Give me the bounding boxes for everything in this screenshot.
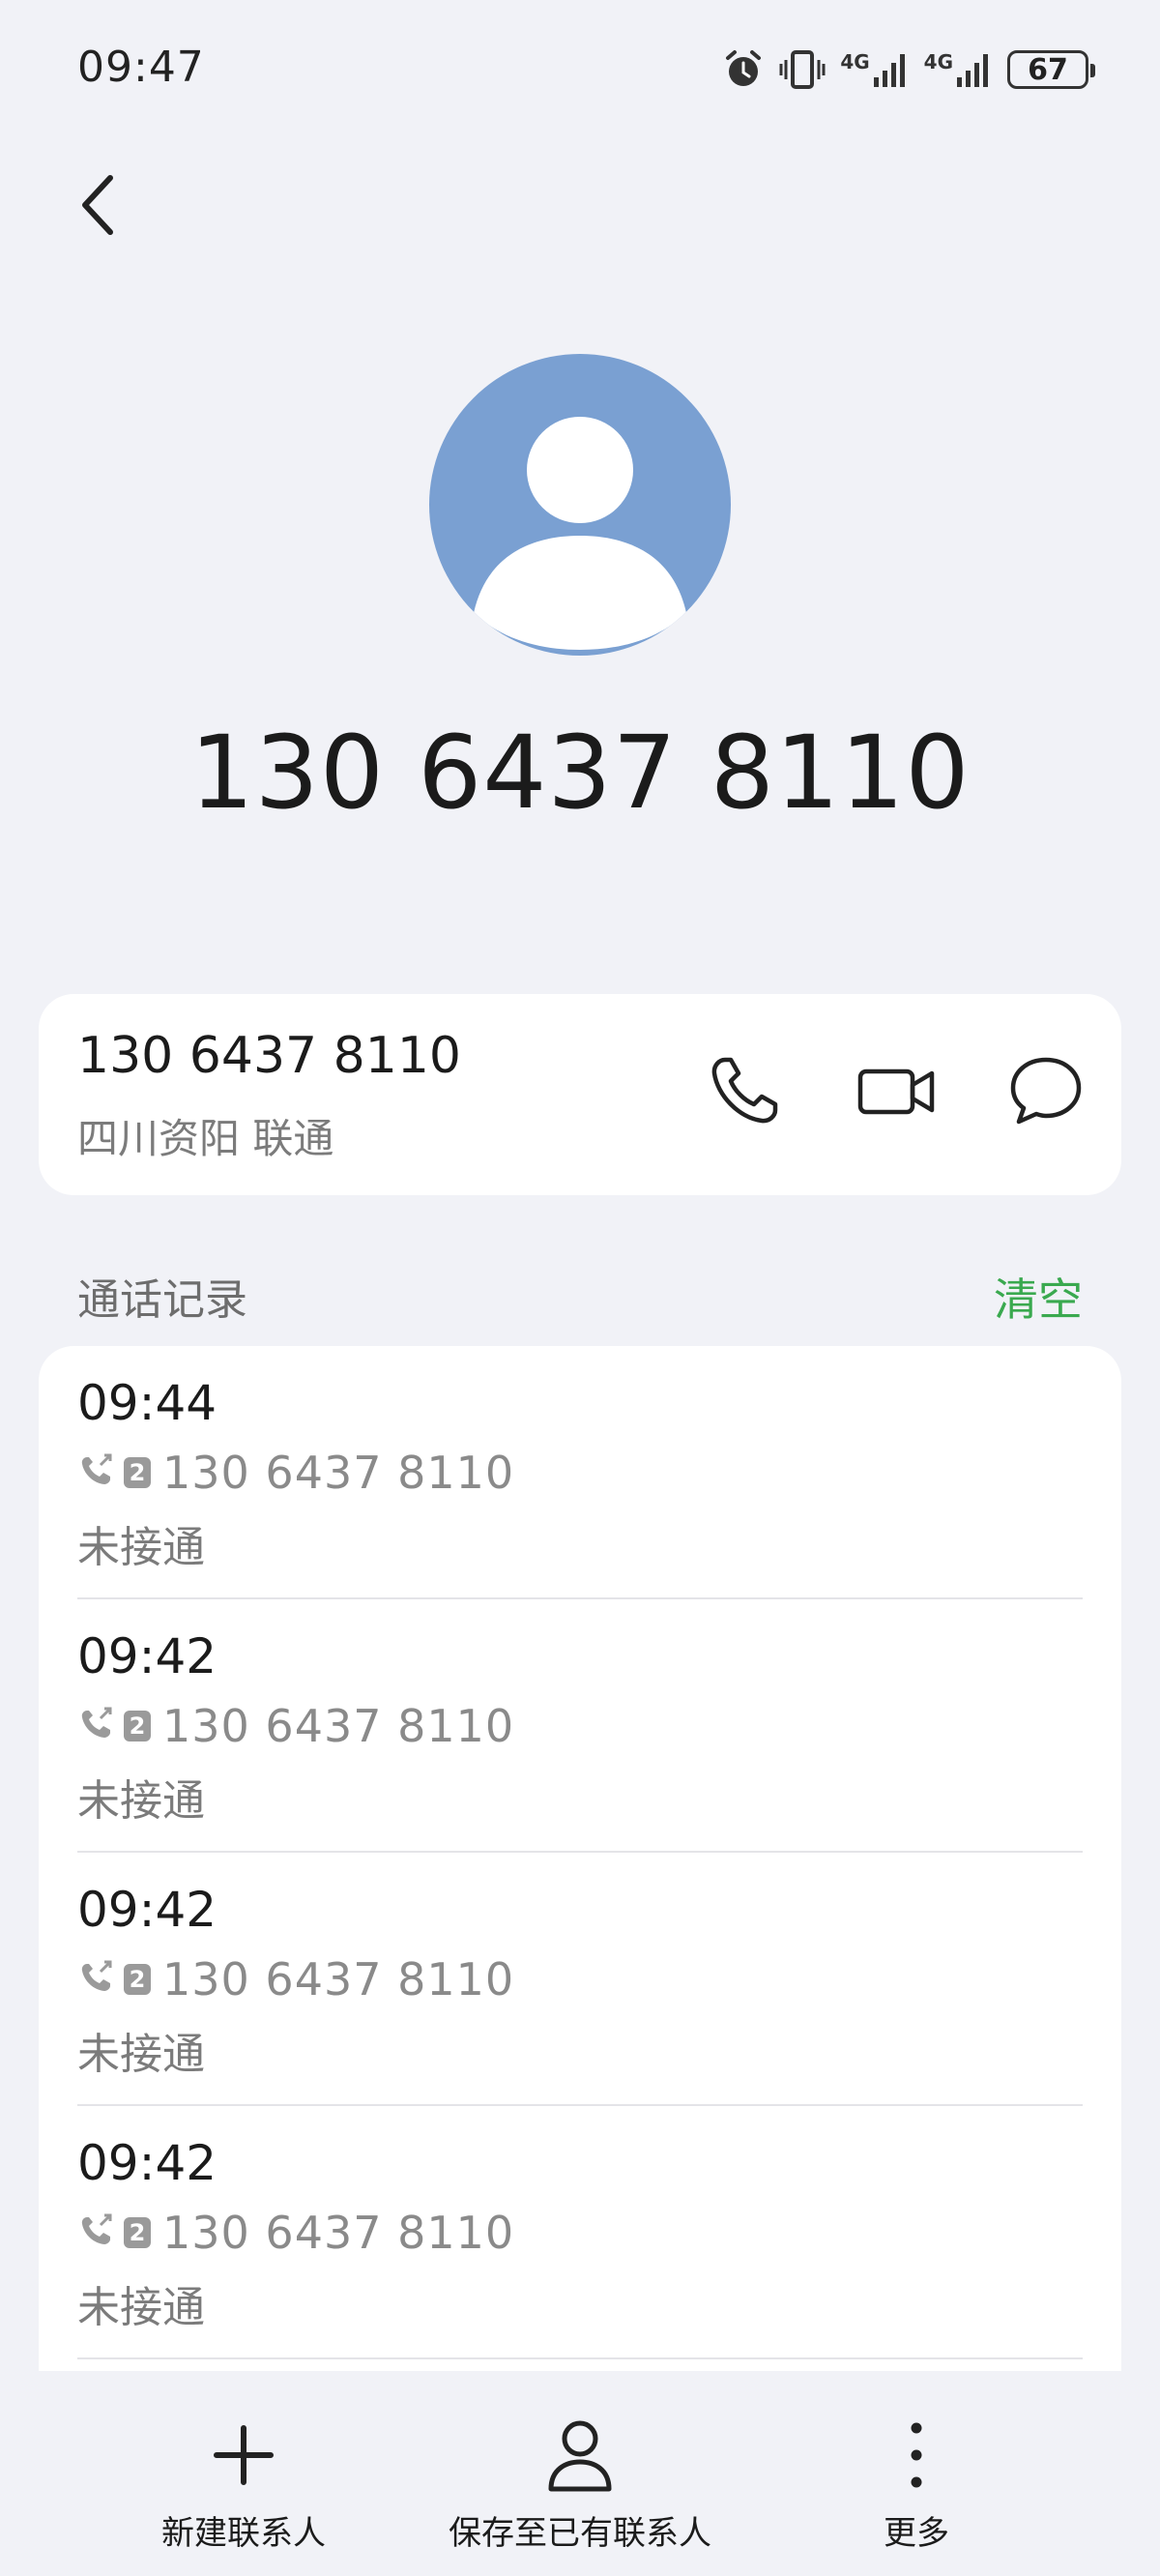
sim-badge: 2 — [124, 2217, 151, 2248]
new-contact-button[interactable]: 新建联系人 — [145, 2414, 342, 2554]
call-status: 未接通 — [77, 2030, 205, 2079]
video-call-button[interactable] — [849, 1044, 945, 1141]
number-location: 四川资阳 联通 — [77, 1115, 334, 1162]
outgoing-call-icon — [77, 1707, 116, 1745]
battery-level: 67 — [1028, 52, 1068, 87]
more-label: 更多 — [884, 2514, 949, 2553]
call-time: 09:42 — [77, 1882, 218, 1938]
person-outline-icon — [546, 2417, 614, 2497]
plus-icon — [213, 2424, 275, 2490]
signal-4g-sim1-icon: 4G — [840, 50, 910, 89]
call-number: 130 6437 8110 — [162, 1700, 515, 1752]
message-icon — [1007, 1052, 1085, 1133]
clear-button[interactable]: 清空 — [994, 1265, 1083, 1329]
status-icons: 4G 4G 67 — [722, 43, 1095, 97]
call-number: 130 6437 8110 — [162, 1447, 515, 1499]
save-to-existing-button[interactable]: 保存至已有联系人 — [445, 2414, 715, 2554]
call-detail: 2 130 6437 8110 — [77, 2207, 514, 2259]
signal-4g-sim2-icon: 4G — [924, 50, 994, 89]
call-log-list: 09:44 2 130 6437 8110 未接通 09:42 2 130 64… — [39, 1346, 1121, 2371]
status-bar: 09:47 4G 4G 67 — [0, 0, 1160, 135]
sim-badge: 2 — [124, 1457, 151, 1488]
more-vertical-icon — [907, 2420, 926, 2494]
call-log-title: 通话记录 — [77, 1275, 247, 1325]
alarm-icon — [722, 48, 765, 91]
call-button[interactable] — [696, 1044, 793, 1141]
call-number: 130 6437 8110 — [162, 2207, 515, 2259]
outgoing-call-icon — [77, 1960, 116, 1999]
call-status: 未接通 — [77, 1776, 205, 1826]
vibrate-icon — [778, 48, 826, 91]
bottom-action-bar: 新建联系人 保存至已有联系人 更多 — [0, 2375, 1160, 2576]
call-time: 09:42 — [77, 1628, 218, 1684]
battery-icon: 67 — [1007, 50, 1095, 89]
sim-badge: 2 — [124, 1964, 151, 1995]
call-detail: 2 130 6437 8110 — [77, 1447, 514, 1499]
avatar — [429, 354, 731, 656]
back-button[interactable] — [77, 166, 149, 248]
contact-name: 130 6437 8110 — [189, 714, 971, 832]
phone-number[interactable]: 130 6437 8110 — [77, 1027, 461, 1085]
number-card: 130 6437 8110 四川资阳 联通 — [39, 994, 1121, 1195]
status-time: 09:47 — [77, 43, 205, 92]
phone-icon — [706, 1052, 783, 1133]
call-log-item[interactable]: 09:44 2 130 6437 8110 未接通 — [77, 1346, 1083, 1599]
call-log-item[interactable]: 09:42 2 130 6437 8110 未接通 — [77, 2106, 1083, 2359]
call-status: 未接通 — [77, 1523, 205, 1572]
call-number: 130 6437 8110 — [162, 1953, 515, 2005]
save-to-existing-label: 保存至已有联系人 — [449, 2514, 711, 2553]
call-time: 09:44 — [77, 1375, 218, 1431]
outgoing-call-icon — [77, 1453, 116, 1492]
more-button[interactable]: 更多 — [849, 2414, 984, 2554]
new-contact-label: 新建联系人 — [161, 2514, 326, 2553]
call-log-item[interactable]: 09:42 2 130 6437 8110 未接通 — [77, 1853, 1083, 2106]
person-icon — [474, 417, 686, 650]
message-button[interactable] — [998, 1044, 1094, 1141]
call-log-item[interactable]: 09:42 2 130 6437 8110 未接通 — [77, 1599, 1083, 1853]
call-time: 09:42 — [77, 2135, 218, 2191]
chevron-left-icon — [77, 174, 116, 240]
network-type-label: 4G — [840, 50, 870, 73]
call-detail: 2 130 6437 8110 — [77, 1953, 514, 2005]
sim-badge: 2 — [124, 1711, 151, 1742]
call-detail: 2 130 6437 8110 — [77, 1700, 514, 1752]
call-status: 未接通 — [77, 2283, 205, 2332]
video-call-icon — [856, 1062, 938, 1124]
outgoing-call-icon — [77, 2213, 116, 2252]
network-type-label: 4G — [923, 50, 953, 73]
